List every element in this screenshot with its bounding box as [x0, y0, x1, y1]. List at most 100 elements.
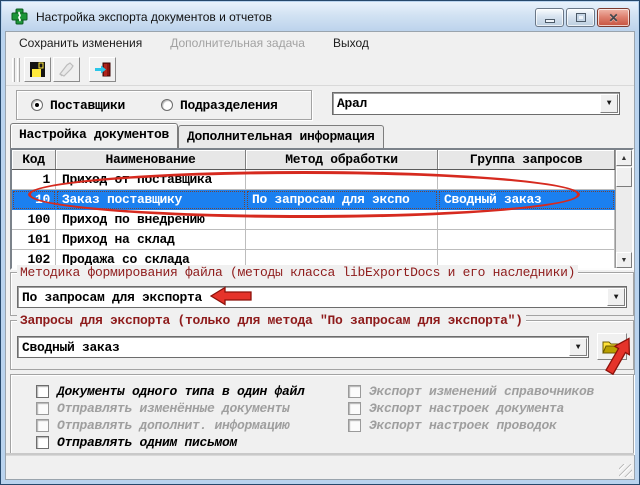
- tab-additional-info[interactable]: Дополнительная информация: [178, 125, 384, 148]
- extra-task-button: [53, 57, 80, 82]
- cell-method: [246, 170, 438, 190]
- close-icon: ✕: [608, 11, 618, 25]
- cell-group: Сводный заказ: [438, 190, 615, 210]
- scrollbar-thumb[interactable]: [616, 167, 632, 187]
- method-combobox[interactable]: По запросам для экспорта ▼: [17, 286, 627, 308]
- col-header-name[interactable]: Наименование: [56, 150, 246, 169]
- org-type-groupbox: Поставщики Подразделения: [16, 90, 312, 120]
- table-row[interactable]: 101 Приход на склад: [12, 230, 615, 250]
- grid-header-row: Код Наименование Метод обработки Группа …: [12, 150, 615, 170]
- checkbox-icon: [36, 436, 49, 449]
- queries-groupbox: Запросы для экспорта (только для метода …: [10, 320, 634, 370]
- checkbox-icon: [36, 419, 49, 432]
- scroll-down-icon[interactable]: ▼: [616, 252, 632, 268]
- window-title: Настройка экспорта документов и отчетов: [36, 10, 272, 24]
- table-row[interactable]: 1 Приход от поставщика: [12, 170, 615, 190]
- options-groupbox: Документы одного типа в один файл Отправ…: [10, 374, 634, 454]
- col-header-method[interactable]: Метод обработки: [246, 150, 438, 169]
- checkbox-label: Отправлять одним письмом: [57, 435, 237, 450]
- minimize-button[interactable]: [535, 8, 564, 27]
- open-folder-icon: [602, 339, 622, 355]
- tab-bar: Настройка документов Дополнительная инфо…: [10, 124, 384, 148]
- checkbox-one-file[interactable]: Документы одного типа в один файл: [36, 384, 305, 399]
- menu-bar: Сохранить изменения Дополнительная задач…: [6, 32, 634, 54]
- tab-document-settings[interactable]: Настройка документов: [10, 123, 178, 148]
- checkbox-icon: [348, 385, 361, 398]
- checkbox-export-posting-settings: Экспорт настроек проводок: [348, 418, 557, 433]
- cell-group: [438, 230, 615, 250]
- cell-name: Приход на склад: [56, 230, 246, 250]
- table-row[interactable]: 100 Приход по внедрению: [12, 210, 615, 230]
- cell-code: 10: [12, 190, 56, 210]
- status-bar: [6, 455, 634, 479]
- queries-value: Сводный заказ: [18, 340, 568, 355]
- cell-code: 101: [12, 230, 56, 250]
- checkbox-label: Экспорт настроек документа: [369, 401, 564, 416]
- checkbox-export-doc-settings: Экспорт настроек документа: [348, 401, 564, 416]
- cell-code: 1: [12, 170, 56, 190]
- close-button[interactable]: ✕: [597, 8, 630, 27]
- checkbox-icon: [36, 402, 49, 415]
- queries-groupbox-caption: Запросы для экспорта (только для метода …: [17, 313, 526, 328]
- menu-exit[interactable]: Выход: [330, 34, 372, 52]
- checkbox-label: Отправлять изменённые документы: [57, 401, 290, 416]
- checkbox-send-additional-info: Отправлять дополнит. информацию: [36, 418, 290, 433]
- checkbox-label: Отправлять дополнит. информацию: [57, 418, 290, 433]
- col-header-group[interactable]: Группа запросов: [438, 150, 615, 169]
- cell-method: [246, 230, 438, 250]
- cell-code: 100: [12, 210, 56, 230]
- checkbox-send-single-letter[interactable]: Отправлять одним письмом: [36, 435, 237, 450]
- cell-method: [246, 210, 438, 230]
- documents-grid: Код Наименование Метод обработки Группа …: [10, 148, 634, 270]
- title-bar[interactable]: Настройка экспорта документов и отчетов …: [2, 2, 638, 31]
- cell-name: Приход по внедрению: [56, 210, 246, 230]
- minimize-icon: [545, 19, 555, 23]
- cell-group: [438, 170, 615, 190]
- chevron-down-icon[interactable]: ▼: [607, 288, 625, 306]
- chevron-down-icon[interactable]: ▼: [569, 338, 587, 356]
- checkbox-export-dict-changes: Экспорт изменений справочников: [348, 384, 594, 399]
- checkbox-icon: [348, 402, 361, 415]
- door-exit-icon: [94, 61, 112, 78]
- checkbox-icon: [348, 419, 361, 432]
- scroll-up-icon[interactable]: ▲: [616, 150, 632, 166]
- checkbox-send-changed-docs: Отправлять изменённые документы: [36, 401, 290, 416]
- floppy-disk-icon: [29, 61, 46, 78]
- save-button[interactable]: [24, 57, 51, 82]
- radio-departments[interactable]: Подразделения: [161, 98, 278, 113]
- method-groupbox: Методика формирования файла (методы клас…: [10, 272, 634, 316]
- green-cross-icon: [11, 8, 28, 25]
- maximize-button[interactable]: [566, 8, 595, 27]
- menu-save-changes[interactable]: Сохранить изменения: [16, 34, 145, 52]
- radio-suppliers-label: Поставщики: [50, 98, 125, 113]
- radio-suppliers[interactable]: Поставщики: [31, 98, 125, 113]
- open-folder-button[interactable]: [597, 333, 627, 360]
- radio-icon: [31, 99, 43, 111]
- cell-method: По запросам для экспо: [246, 190, 438, 210]
- toolbar-gripper: [12, 58, 15, 82]
- checkbox-label: Экспорт настроек проводок: [369, 418, 557, 433]
- toolbar: [6, 54, 634, 86]
- checkbox-icon: [36, 385, 49, 398]
- organization-combobox[interactable]: Арал ▼: [332, 92, 620, 115]
- menu-extra-task: Дополнительная задача: [167, 34, 308, 52]
- exit-button[interactable]: [89, 57, 116, 82]
- maximize-icon: [576, 13, 586, 22]
- toolbar-gripper: [17, 58, 20, 82]
- resize-grip[interactable]: [619, 464, 632, 477]
- table-row-selected[interactable]: 10 Заказ поставщику По запросам для эксп…: [12, 190, 615, 210]
- cell-name: Приход от поставщика: [56, 170, 246, 190]
- client-area: Сохранить изменения Дополнительная задач…: [5, 31, 635, 480]
- radio-icon: [161, 99, 173, 111]
- method-value: По запросам для экспорта: [18, 290, 606, 305]
- radio-departments-label: Подразделения: [180, 98, 278, 113]
- vertical-scrollbar[interactable]: ▲ ▼: [615, 150, 632, 268]
- checkbox-label: Документы одного типа в один файл: [57, 384, 305, 399]
- checkbox-label: Экспорт изменений справочников: [369, 384, 594, 399]
- chevron-down-icon[interactable]: ▼: [600, 94, 618, 113]
- queries-combobox[interactable]: Сводный заказ ▼: [17, 336, 589, 358]
- hand-task-icon: [58, 61, 75, 78]
- cell-group: [438, 210, 615, 230]
- col-header-code[interactable]: Код: [12, 150, 56, 169]
- organization-value: Арал: [333, 96, 599, 111]
